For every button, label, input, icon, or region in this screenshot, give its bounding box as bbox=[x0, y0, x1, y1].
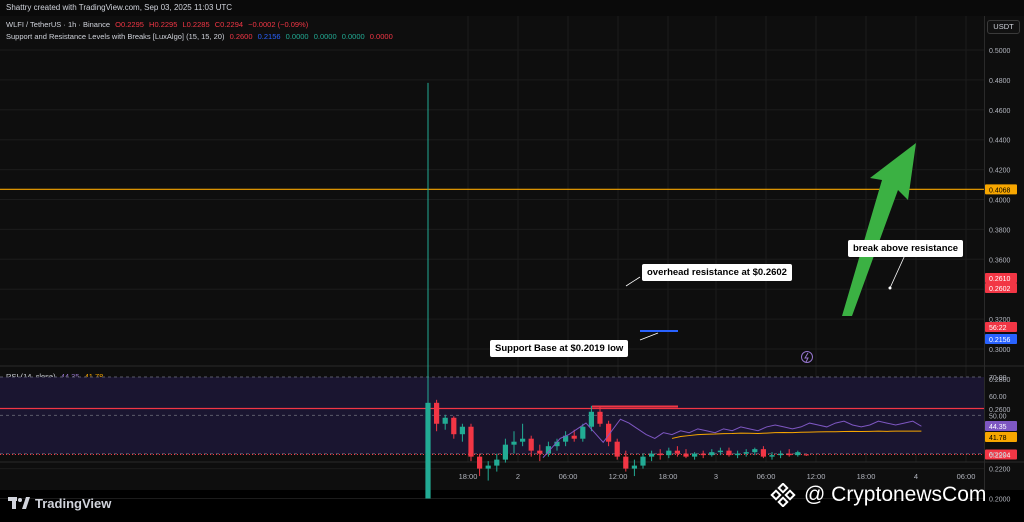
top-bar: Shattry created with TradingView.com, Se… bbox=[0, 0, 1024, 16]
annotation-overhead-resistance: overhead resistance at $0.2602 bbox=[642, 264, 792, 281]
tradingview-logo: TradingView bbox=[8, 494, 111, 512]
rsi-ma-value: 41.78 bbox=[84, 372, 104, 381]
rsi-value: 44.35 bbox=[60, 372, 80, 381]
symbol-legend: WLFI / TetherUS · 1h · Binance O0.2295 H… bbox=[6, 20, 311, 29]
rsi-name[interactable]: RSI (14, close) bbox=[6, 372, 56, 381]
indicator-value-4: 0.0000 bbox=[313, 32, 337, 41]
ohlc-low: L0.2285 bbox=[182, 20, 210, 29]
symbol-name[interactable]: WLFI / TetherUS · 1h · Binance bbox=[6, 20, 110, 29]
binance-diamond-icon bbox=[770, 483, 796, 507]
indicator-value-6: 0.0000 bbox=[369, 32, 393, 41]
watermark-text: @ CryptonewsCom bbox=[804, 483, 987, 506]
annotation-support-base: Support Base at $0.2019 low bbox=[490, 340, 629, 357]
rsi-legend: RSI (14, close) 44.35 41.78 bbox=[6, 372, 106, 381]
ohlc-high: H0.2295 bbox=[149, 20, 178, 29]
chart-area[interactable] bbox=[0, 16, 984, 490]
ohlc-change: −0.0002 (−0.09%) bbox=[248, 20, 309, 29]
price-scale[interactable] bbox=[984, 16, 1024, 490]
ohlc-open: O0.2295 bbox=[115, 20, 144, 29]
indicator-legend: Support and Resistance Levels with Break… bbox=[6, 32, 396, 41]
tradingview-mark-icon bbox=[8, 497, 30, 509]
ohlc-close: C0.2294 bbox=[214, 20, 244, 29]
chart-credit: Shattry created with TradingView.com, Se… bbox=[6, 3, 233, 12]
annotation-break-above: break above resistance bbox=[848, 240, 964, 257]
tradingview-wordmark: TradingView bbox=[35, 495, 112, 511]
indicator-value-resistance: 0.2600 bbox=[229, 32, 253, 41]
indicator-value-support: 0.2156 bbox=[257, 32, 281, 41]
indicator-value-3: 0.0000 bbox=[285, 32, 309, 41]
price-tick-label: 0.2000 bbox=[989, 497, 1011, 504]
indicator-value-5: 0.0000 bbox=[341, 32, 365, 41]
cryptonews-watermark: @ CryptonewsCom bbox=[770, 480, 986, 510]
currency-button[interactable]: USDT bbox=[987, 20, 1020, 34]
indicator-name[interactable]: Support and Resistance Levels with Break… bbox=[6, 32, 224, 41]
